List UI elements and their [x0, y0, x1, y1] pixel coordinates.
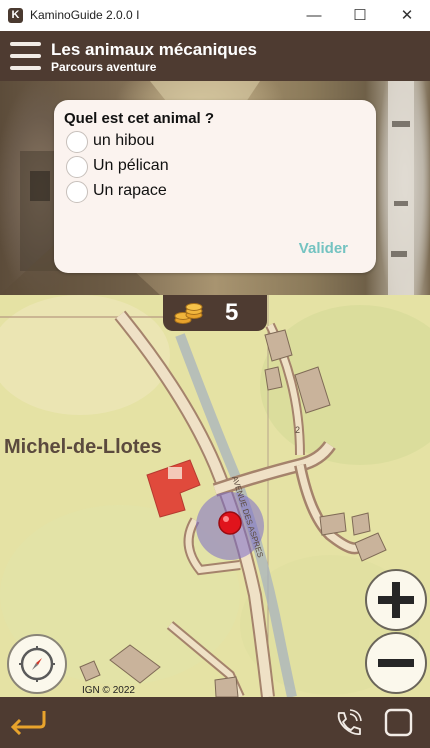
coin-stack-icon: [174, 303, 203, 324]
phone-icon[interactable]: [333, 709, 363, 737]
compass-button[interactable]: [7, 634, 67, 694]
quiz-option-label[interactable]: Un pélican: [93, 157, 169, 175]
page-title: Les animaux mécaniques: [51, 40, 257, 59]
minimize-button[interactable]: —: [291, 0, 337, 31]
map-road-number: 2: [295, 425, 300, 435]
close-button[interactable]: ✕: [384, 0, 430, 31]
zoom-out-button[interactable]: [365, 632, 427, 694]
app-icon: K: [8, 8, 23, 23]
quiz-option-label[interactable]: un hibou: [93, 132, 154, 150]
app-header: Les animaux mécaniques Parcours aventure: [0, 31, 430, 81]
radio-button[interactable]: [66, 131, 88, 153]
bottom-bar: [0, 697, 430, 748]
coin-counter: 5: [163, 295, 267, 331]
window-titlebar: K KaminoGuide 2.0.0 I — ☐ ✕: [0, 0, 430, 32]
radio-button[interactable]: [66, 156, 88, 178]
page-subtitle: Parcours aventure: [51, 60, 157, 74]
quiz-option-label[interactable]: Un rapace: [93, 182, 167, 200]
compass-icon: [19, 646, 55, 682]
square-icon[interactable]: [384, 708, 414, 738]
map-attribution: IGN © 2022: [82, 685, 135, 696]
back-arrow-icon[interactable]: [8, 709, 48, 735]
quiz-question: Quel est cet animal ?: [64, 110, 215, 127]
radio-button[interactable]: [66, 181, 88, 203]
location-marker-icon: [218, 511, 242, 535]
plus-icon: [378, 582, 414, 618]
hamburger-menu-icon[interactable]: [10, 41, 41, 71]
window-title: KaminoGuide 2.0.0 I: [30, 8, 140, 22]
minus-icon: [378, 659, 414, 667]
map-place-label: Michel-de-Llotes: [4, 436, 162, 458]
zoom-in-button[interactable]: [365, 569, 427, 631]
validate-button[interactable]: Valider: [299, 240, 348, 257]
quiz-card: Quel est cet animal ? un hibou Un pélica…: [54, 100, 376, 273]
coin-count: 5: [225, 299, 239, 326]
maximize-button[interactable]: ☐: [337, 0, 383, 31]
